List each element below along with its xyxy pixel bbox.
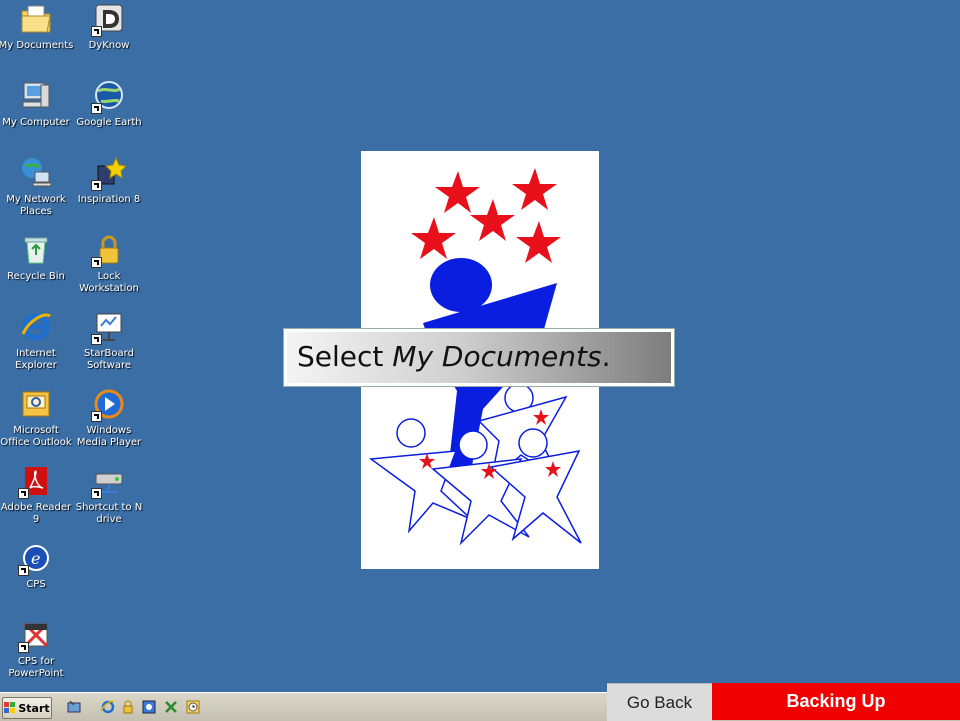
desktop-icon-outlook[interactable]: Microsoft Office Outlook [0, 387, 74, 449]
icon-label: StarBoard Software [84, 348, 134, 371]
icon-label: Recycle Bin [7, 271, 65, 282]
icon-label: Microsoft Office Outlook [0, 425, 72, 448]
clock-quicklaunch-icon[interactable] [185, 699, 201, 715]
network-drive-icon [91, 464, 126, 499]
cps-icon: e [18, 541, 53, 576]
network-icon [19, 156, 53, 190]
desktop-icon-windows-media-player[interactable]: Windows Media Player [71, 387, 147, 449]
instruction-suffix: . [601, 340, 611, 373]
show-desktop-icon[interactable] [66, 699, 82, 715]
section-title-banner: Backing Up [712, 683, 960, 720]
outlook-icon [19, 387, 53, 421]
desktop-icon-google-earth[interactable]: Google Earth [71, 79, 147, 129]
desktop-icon-inspiration[interactable]: Inspiration 8 [71, 156, 147, 206]
icon-label: Internet Explorer [15, 348, 57, 371]
desktop-icon-adobe-reader[interactable]: Adobe Reader 9 [0, 464, 74, 526]
computer-icon [19, 79, 53, 113]
dyknow-icon [91, 2, 126, 37]
shortcut-arrow-icon [18, 565, 29, 576]
icon-label: My Computer [2, 117, 70, 128]
tools-quicklaunch-icon[interactable] [163, 699, 179, 715]
icon-label: CPS [26, 579, 46, 590]
instruction-target: My Documents [392, 340, 602, 373]
icon-label: Inspiration 8 [77, 194, 141, 205]
shortcut-arrow-icon [91, 103, 102, 114]
instruction-prefix: Select [297, 340, 393, 373]
recycle-bin-icon [19, 233, 53, 267]
folder-documents-icon [19, 2, 53, 36]
icon-label: Google Earth [76, 117, 142, 128]
desktop-icon-lock-workstation[interactable]: Lock Workstation [71, 233, 147, 295]
svg-text:e: e [31, 549, 40, 568]
shortcut-arrow-icon [91, 180, 102, 191]
desktop-icon-cps-powerpoint[interactable]: CPS for PowerPoint [0, 618, 74, 680]
internet-explorer-quicklaunch-icon[interactable] [100, 699, 116, 715]
desktop-icon-starboard[interactable]: StarBoard Software [71, 310, 147, 372]
media-player-icon [91, 387, 126, 422]
icon-label: My Documents [0, 40, 74, 51]
internet-explorer-icon [19, 310, 53, 344]
desktop-icon-my-network-places[interactable]: My Network Places [0, 156, 74, 218]
globe-icon [91, 79, 126, 114]
icon-label: CPS for PowerPoint [8, 656, 64, 679]
desktop-icon-my-computer[interactable]: My Computer [0, 79, 74, 129]
desktop-icon-n-drive[interactable]: Shortcut to N drive [71, 464, 147, 526]
desktop-icon-dyknow[interactable]: DyKnow [71, 2, 147, 52]
shortcut-arrow-icon [91, 257, 102, 268]
desktop-icon-recycle-bin[interactable]: Recycle Bin [0, 233, 74, 283]
shortcut-arrow-icon [91, 411, 102, 422]
cps-powerpoint-icon [18, 618, 53, 653]
go-back-button[interactable]: Go Back [607, 683, 712, 721]
icon-label: My Network Places [6, 194, 66, 217]
icon-label: Windows Media Player [76, 425, 142, 448]
shortcut-arrow-icon [91, 488, 102, 499]
desktop-icon-my-documents[interactable]: My Documents [0, 2, 74, 52]
lock-icon [91, 233, 126, 268]
desktop-icon-internet-explorer[interactable]: Internet Explorer [0, 310, 74, 372]
shortcut-arrow-icon [18, 488, 29, 499]
windows-logo-icon [4, 702, 16, 713]
settings-quicklaunch-icon[interactable] [141, 699, 157, 715]
instruction-callout: Select My Documents. [284, 329, 674, 386]
desktop-icon-cps[interactable]: e CPS [0, 541, 74, 591]
pdf-icon [18, 464, 53, 499]
icon-label: Adobe Reader 9 [0, 502, 72, 525]
icon-label: Lock Workstation [79, 271, 139, 294]
starboard-icon [91, 310, 126, 345]
lock-quicklaunch-icon[interactable] [120, 699, 136, 715]
shortcut-arrow-icon [91, 26, 102, 37]
shortcut-arrow-icon [91, 334, 102, 345]
start-label: Start [18, 701, 50, 715]
icon-label: DyKnow [88, 40, 130, 51]
start-button[interactable]: Start [2, 697, 52, 719]
icon-label: Shortcut to N drive [75, 502, 143, 525]
inspiration-icon [91, 156, 126, 191]
shortcut-arrow-icon [18, 642, 29, 653]
